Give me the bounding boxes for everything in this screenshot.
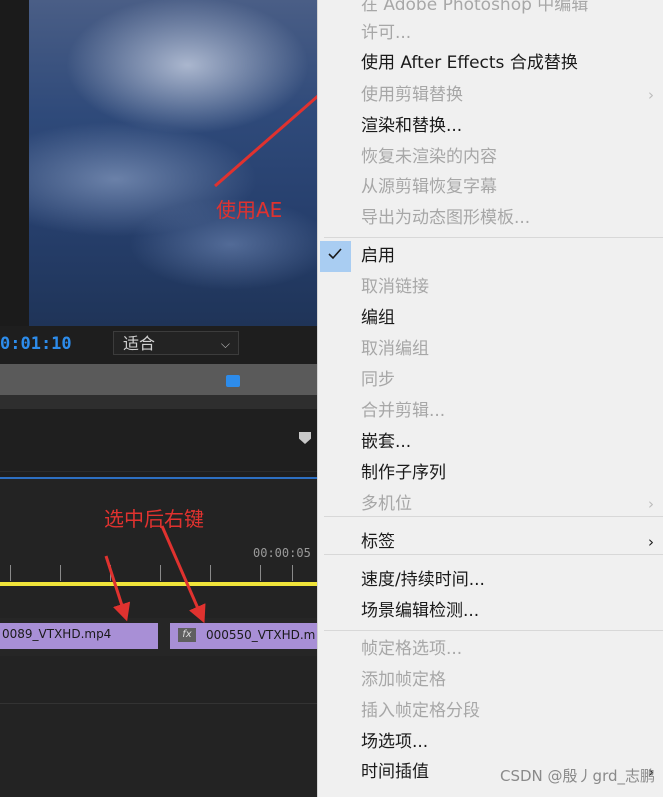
menu-item: 导出为动态图形模板... <box>318 203 663 233</box>
menu-item: 许可... <box>318 18 663 48</box>
menu-item-label: 场景编辑检测... <box>361 601 480 621</box>
menu-item-label: 使用剪辑替换 <box>361 85 463 105</box>
menu-item: 帧定格选项... <box>318 634 663 664</box>
menu-item-label: 取消链接 <box>361 277 429 297</box>
playhead-handle[interactable] <box>226 375 240 387</box>
menu-item-label: 编组 <box>361 308 395 328</box>
menu-item-label: 场选项... <box>361 732 429 752</box>
clip-name: 0089_VTXHD.mp4 <box>2 627 112 641</box>
menu-item: 从源剪辑恢复字幕 <box>318 172 663 202</box>
menu-item-label: 取消编组 <box>361 339 429 359</box>
menu-item-label: 速度/持续时间... <box>361 570 485 590</box>
track-divider <box>0 703 317 704</box>
menu-item[interactable]: 使用 After Effects 合成替换 <box>318 48 663 78</box>
fx-icon: fx <box>178 627 196 642</box>
clip-name: 000550_VTXHD.m <box>206 627 316 642</box>
menu-item[interactable]: 速度/持续时间... <box>318 565 663 595</box>
menu-item-label: 制作子序列 <box>361 463 446 483</box>
menu-item[interactable]: 制作子序列 <box>318 458 663 488</box>
menu-item-label: 恢复未渲染的内容 <box>361 147 497 167</box>
menu-item-label: 嵌套... <box>361 432 412 452</box>
monitor-controls-row <box>0 409 317 472</box>
menu-item-label: 导出为动态图形模板... <box>361 208 531 228</box>
timeline-clip-selected[interactable]: fx 000550_VTXHD.m <box>170 623 317 649</box>
chevron-right-icon: › <box>648 86 654 104</box>
menu-item[interactable]: 启用 <box>318 241 663 271</box>
ruler-tick <box>110 565 111 581</box>
menu-item-label: 同步 <box>361 370 395 390</box>
chevron-right-icon: › <box>648 495 654 513</box>
menu-item-label: 帧定格选项... <box>361 639 463 659</box>
chevron-down-icon: ⌵ <box>220 337 230 351</box>
menu-item: 同步 <box>318 365 663 395</box>
menu-item: 多机位 › <box>318 489 663 519</box>
fit-zoom-dropdown[interactable]: 适合 ⌵ <box>113 331 239 355</box>
menu-separator <box>324 516 663 517</box>
fit-zoom-value: 适合 <box>123 334 156 353</box>
menu-separator <box>324 554 663 555</box>
menu-item-label: 多机位 <box>361 494 412 514</box>
context-menu: 在 Adobe Photoshop 中编辑许可... 使用 After Effec… <box>317 0 663 797</box>
menu-item-label: 许可... <box>361 23 412 43</box>
menu-item: 添加帧定格 <box>318 665 663 695</box>
menu-item: 插入帧定格分段 <box>318 696 663 726</box>
menu-item[interactable]: 场选项... <box>318 727 663 757</box>
ruler-tick <box>60 565 61 581</box>
menu-item: 使用剪辑替换 › <box>318 80 663 110</box>
ruler-tick <box>10 565 11 581</box>
menu-item-label: 从源剪辑恢复字幕 <box>361 177 497 197</box>
timeline-time-label: 00:00:05 <box>253 546 311 560</box>
menu-item: 取消链接 <box>318 272 663 302</box>
menu-item-label: 时间插值 <box>361 762 429 782</box>
menu-item[interactable]: 嵌套... <box>318 427 663 457</box>
video-preview-frame <box>29 0 317 326</box>
menu-item: 恢复未渲染的内容 <box>318 142 663 172</box>
menu-item: 在 Adobe Photoshop 中编辑 <box>318 0 663 20</box>
chevron-right-icon: › <box>648 533 654 551</box>
timeline-clip[interactable]: 0089_VTXHD.mp4 <box>0 623 158 649</box>
menu-item: 合并剪辑... <box>318 396 663 426</box>
monitor-scrub-bar[interactable] <box>0 364 317 395</box>
watermark: CSDN @殷丿grd_志鹏 <box>500 767 655 785</box>
menu-item-label: 标签 <box>361 532 395 552</box>
annotation-right-click: 选中后右键 <box>104 507 204 531</box>
menu-separator <box>324 237 663 238</box>
ruler-tick <box>160 565 161 581</box>
ruler-tick <box>260 565 261 581</box>
menu-item[interactable]: 渲染和替换... <box>318 111 663 141</box>
menu-item-label: 插入帧定格分段 <box>361 701 480 721</box>
menu-item[interactable]: 编组 <box>318 303 663 333</box>
menu-item: 取消编组 <box>318 334 663 364</box>
ruler-tick <box>210 565 211 581</box>
menu-item-label: 在 Adobe Photoshop 中编辑 <box>361 0 589 15</box>
monitor-ruler[interactable] <box>0 395 317 409</box>
menu-item-label: 添加帧定格 <box>361 670 446 690</box>
menu-item-label: 启用 <box>361 246 395 266</box>
menu-item-label: 渲染和替换... <box>361 116 463 136</box>
menu-item-label: 合并剪辑... <box>361 401 446 421</box>
annotation-use-ae: 使用AE <box>216 198 283 222</box>
menu-item-label: 使用 After Effects 合成替换 <box>361 53 578 73</box>
menu-item[interactable]: 场景编辑检测... <box>318 596 663 626</box>
menu-item[interactable]: 标签 › <box>318 527 663 557</box>
work-area-bar[interactable] <box>0 582 317 586</box>
menu-separator <box>324 630 663 631</box>
playhead-timecode[interactable]: 0:01:10 <box>0 334 72 354</box>
premiere-panels: 0:01:10 适合 ⌵ 00:00:05 0089_VTXHD.mp4 fx 0… <box>0 0 317 797</box>
ruler-tick <box>292 565 293 581</box>
